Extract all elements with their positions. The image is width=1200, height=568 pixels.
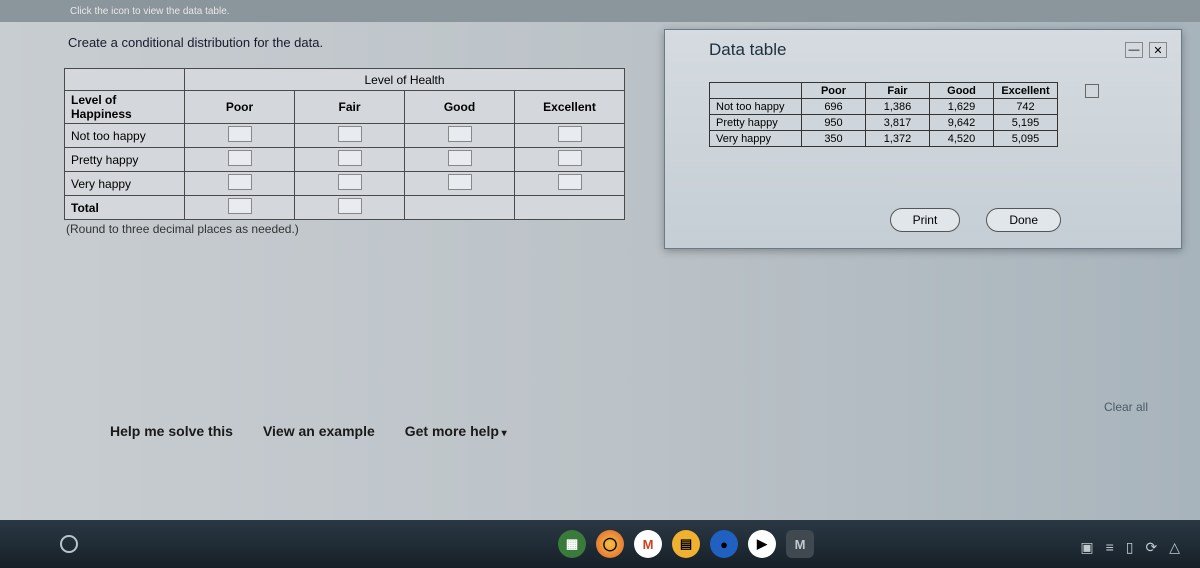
table-row: Not too happy 696 1,386 1,629 742 xyxy=(710,99,1122,115)
cell: 5,195 xyxy=(994,115,1058,131)
conditional-table: Level of Health Level of Happiness Poor … xyxy=(64,68,625,220)
copy-icon[interactable] xyxy=(1085,84,1099,98)
row-label: Very happy xyxy=(710,131,802,147)
row-label: Very happy xyxy=(65,172,185,196)
cell: 350 xyxy=(802,131,866,147)
input-cell[interactable] xyxy=(448,126,472,142)
input-cell[interactable] xyxy=(338,174,362,190)
help-solve-link[interactable]: Help me solve this xyxy=(110,423,233,439)
battery-icon[interactable]: ▯ xyxy=(1126,539,1134,556)
screenshot-icon[interactable]: ▣ xyxy=(1080,539,1093,556)
start-button[interactable] xyxy=(60,535,78,553)
input-cell[interactable] xyxy=(558,150,582,166)
files-icon[interactable]: ▤ xyxy=(672,530,700,558)
cell: 9,642 xyxy=(930,115,994,131)
row-label: Total xyxy=(65,196,185,220)
input-cell[interactable] xyxy=(338,198,362,214)
done-button[interactable]: Done xyxy=(986,208,1061,232)
main-area: Create a conditional distribution for th… xyxy=(60,25,1182,475)
get-more-help-link[interactable]: Get more help xyxy=(405,423,507,439)
input-cell[interactable] xyxy=(338,126,362,142)
input-cell[interactable] xyxy=(228,150,252,166)
input-cell[interactable] xyxy=(558,174,582,190)
print-button[interactable]: Print xyxy=(890,208,961,232)
col-good: Good xyxy=(405,91,515,124)
taskbar-apps: ▦ ◯ M ▤ ● ▶ M xyxy=(558,530,814,558)
cell: 696 xyxy=(802,99,866,115)
row-label: Pretty happy xyxy=(65,148,185,172)
super-header: Level of Health xyxy=(185,69,625,91)
dcol-good: Good xyxy=(930,83,994,99)
cell: 1,386 xyxy=(866,99,930,115)
rounding-note: (Round to three decimal places as needed… xyxy=(66,222,650,236)
cell: 4,520 xyxy=(930,131,994,147)
app-icon-m[interactable]: M xyxy=(786,530,814,558)
row-label: Pretty happy xyxy=(710,115,802,131)
col-fair: Fair xyxy=(295,91,405,124)
question-panel: Create a conditional distribution for th… xyxy=(60,25,650,236)
play-icon[interactable]: ▶ xyxy=(748,530,776,558)
cell: 3,817 xyxy=(866,115,930,131)
chrome-icon[interactable]: ◯ xyxy=(596,530,624,558)
corner-label: Level of Happiness xyxy=(65,91,185,124)
data-table: Poor Fair Good Excellent Not too happy 6… xyxy=(709,82,1122,147)
input-cell[interactable] xyxy=(558,126,582,142)
dcol-poor: Poor xyxy=(802,83,866,99)
input-cell[interactable] xyxy=(228,198,252,214)
input-cell[interactable] xyxy=(448,174,472,190)
system-tray: ▣ ≡ ▯ ⟳ △ xyxy=(1080,539,1180,556)
instruction-text: Create a conditional distribution for th… xyxy=(68,35,650,50)
dcol-excellent: Excellent xyxy=(994,83,1058,99)
cell: 742 xyxy=(994,99,1058,115)
top-hint-text: Click the icon to view the data table. xyxy=(70,6,230,17)
gmail-icon[interactable]: M xyxy=(634,530,662,558)
data-table-dialog: Data table — ✕ Poor Fair Good Excellent … xyxy=(664,29,1182,249)
col-poor: Poor xyxy=(185,91,295,124)
input-cell[interactable] xyxy=(448,150,472,166)
dialog-title: Data table xyxy=(709,40,787,60)
row-total: Total xyxy=(65,196,625,220)
settings-icon[interactable]: ≡ xyxy=(1106,539,1114,556)
row-label: Not too happy xyxy=(710,99,802,115)
clear-all-link[interactable]: Clear all xyxy=(1104,400,1148,414)
table-row: Very happy 350 1,372 4,520 5,095 xyxy=(710,131,1122,147)
copy-cell xyxy=(1058,83,1122,99)
row-label: Not too happy xyxy=(65,124,185,148)
empty-corner xyxy=(65,69,185,91)
input-cell[interactable] xyxy=(338,150,362,166)
cell: 5,095 xyxy=(994,131,1058,147)
cell: 950 xyxy=(802,115,866,131)
minimize-icon[interactable]: — xyxy=(1125,42,1143,58)
view-example-link[interactable]: View an example xyxy=(263,423,375,439)
top-hint-bar: Click the icon to view the data table. xyxy=(0,0,1200,22)
dcol-fair: Fair xyxy=(866,83,930,99)
warning-icon[interactable]: △ xyxy=(1169,539,1180,556)
table-row: Pretty happy 950 3,817 9,642 5,195 xyxy=(710,115,1122,131)
input-cell[interactable] xyxy=(228,174,252,190)
row-not-too-happy: Not too happy xyxy=(65,124,625,148)
close-icon[interactable]: ✕ xyxy=(1149,42,1167,58)
taskbar: ▦ ◯ M ▤ ● ▶ M ▣ ≡ ▯ ⟳ △ xyxy=(0,520,1200,568)
row-very-happy: Very happy xyxy=(65,172,625,196)
input-cell[interactable] xyxy=(228,126,252,142)
help-row: Help me solve this View an example Get m… xyxy=(110,423,507,439)
app-icon-5[interactable]: ● xyxy=(710,530,738,558)
app-icon-1[interactable]: ▦ xyxy=(558,530,586,558)
refresh-icon[interactable]: ⟳ xyxy=(1145,539,1157,556)
row-pretty-happy: Pretty happy xyxy=(65,148,625,172)
blank-header xyxy=(710,83,802,99)
col-excellent: Excellent xyxy=(515,91,625,124)
cell: 1,372 xyxy=(866,131,930,147)
cell: 1,629 xyxy=(930,99,994,115)
